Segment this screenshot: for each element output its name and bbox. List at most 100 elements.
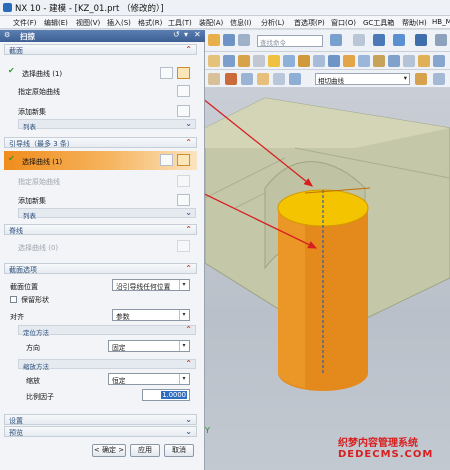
extrude-icon[interactable] bbox=[223, 55, 235, 67]
select-all-icon[interactable] bbox=[241, 73, 253, 85]
section-profile-header[interactable]: 截面 ⌃ bbox=[4, 44, 197, 55]
curve-rule-icon[interactable] bbox=[160, 67, 173, 79]
section-guide-header[interactable]: 引导线（最多 3 条） ⌃ bbox=[4, 137, 197, 148]
layer-icon[interactable] bbox=[330, 34, 342, 46]
guide-list-header[interactable]: 列表 ⌄ bbox=[18, 208, 196, 220]
settings-icon[interactable]: ▾ bbox=[184, 30, 188, 39]
direction-label: 方向 bbox=[26, 344, 40, 352]
graphics-viewport[interactable]: Y bbox=[205, 88, 450, 470]
sweep-dialog: ⚙ 扫掠 ↺ ▾ ✕ 截面 ⌃ ✔ 选择曲线 (1) 指定原始曲线 添加新集 列… bbox=[0, 30, 205, 470]
add-set-icon[interactable] bbox=[177, 105, 190, 117]
orientation-label: 定位方法 bbox=[23, 329, 49, 337]
mirror-icon[interactable] bbox=[403, 55, 415, 67]
shade-icon[interactable] bbox=[393, 34, 405, 46]
menu-view[interactable]: 视图(V) bbox=[76, 18, 100, 28]
chamfer-icon[interactable] bbox=[283, 55, 295, 67]
section-options-header[interactable]: 截面选项 ⌃ bbox=[4, 263, 197, 274]
offset-icon[interactable] bbox=[418, 55, 430, 67]
guide-select-curve[interactable]: 选择曲线 (1) bbox=[22, 157, 62, 167]
menu-format[interactable]: 格式(R) bbox=[138, 18, 162, 28]
scaling-header[interactable]: 缩放方法 ⌃ bbox=[18, 359, 196, 371]
section-settings-header[interactable]: 设置 ⌄ bbox=[4, 414, 197, 425]
position-select[interactable]: 沿引导线任何位置 ▾ bbox=[112, 279, 190, 291]
revolve-icon[interactable] bbox=[238, 55, 250, 67]
sweep-icon[interactable] bbox=[343, 55, 355, 67]
curve-rule-select[interactable]: 相切曲线 ▾ bbox=[315, 73, 410, 85]
menu-preferences[interactable]: 首选项(P) bbox=[294, 18, 325, 28]
collapse-icon: ⌃ bbox=[185, 225, 192, 234]
curve-rule-icon[interactable] bbox=[160, 154, 173, 166]
menu-info[interactable]: 信息(I) bbox=[230, 18, 252, 28]
snap-endpoint-icon[interactable] bbox=[257, 73, 269, 85]
blend-icon[interactable] bbox=[268, 55, 280, 67]
shell-icon[interactable] bbox=[298, 55, 310, 67]
scale-select[interactable]: 恒定 ▾ bbox=[108, 373, 190, 385]
display-icon[interactable] bbox=[415, 34, 427, 46]
direction-select[interactable]: 固定 ▾ bbox=[108, 340, 190, 352]
section-spine-header[interactable]: 脊线 ⌃ bbox=[4, 224, 197, 235]
close-icon[interactable]: ✕ bbox=[194, 30, 201, 39]
view-icon[interactable] bbox=[238, 34, 250, 46]
align-select[interactable]: 参数 ▾ bbox=[112, 309, 190, 321]
guide-add-new-set[interactable]: 添加新集 bbox=[18, 196, 46, 206]
pattern-icon[interactable] bbox=[313, 55, 325, 67]
command-search-input[interactable]: 查找命令 bbox=[257, 35, 323, 47]
reset-icon[interactable]: ↺ bbox=[173, 30, 180, 39]
menu-tools[interactable]: 工具(T) bbox=[168, 18, 192, 28]
cancel-button[interactable]: 取消 bbox=[164, 444, 194, 457]
more-icon[interactable] bbox=[435, 34, 447, 46]
filter-icon[interactable] bbox=[208, 73, 220, 85]
section-preview-header[interactable]: 预览 ⌄ bbox=[4, 426, 197, 437]
menu-gc-toolbox[interactable]: GC工具箱 bbox=[363, 18, 394, 28]
sketch-icon[interactable] bbox=[208, 55, 220, 67]
collapse-icon: ⌃ bbox=[185, 138, 192, 147]
apply-button[interactable]: 应用 bbox=[130, 444, 160, 457]
expand-icon: ⌄ bbox=[185, 208, 192, 217]
profile-select-curve[interactable]: 选择曲线 (1) bbox=[22, 69, 62, 79]
profile-add-new-set[interactable]: 添加新集 bbox=[18, 107, 46, 117]
profile-list-header[interactable]: 列表 ⌄ bbox=[18, 119, 196, 131]
profile-specify-origin[interactable]: 指定原始曲线 bbox=[18, 87, 60, 97]
measure-icon[interactable] bbox=[373, 55, 385, 67]
window-title: NX 10 - 建模 - [KZ_01.prt （修改的）] bbox=[15, 4, 164, 14]
collapse-icon: ⌃ bbox=[185, 45, 192, 54]
watermark-line1: 织梦内容管理系统 bbox=[338, 438, 418, 449]
grid-icon[interactable] bbox=[353, 34, 365, 46]
menu-insert[interactable]: 插入(S) bbox=[107, 18, 131, 28]
snap-icon[interactable] bbox=[208, 34, 220, 46]
preserve-shape-checkbox[interactable] bbox=[10, 296, 17, 303]
add-set-icon[interactable] bbox=[177, 194, 190, 206]
ratio-input[interactable]: 1.0000 bbox=[142, 389, 190, 401]
intersect-icon[interactable] bbox=[415, 73, 427, 85]
menu-assembly[interactable]: 装配(A) bbox=[199, 18, 223, 28]
scale-value: 恒定 bbox=[112, 377, 126, 385]
orientation-header[interactable]: 定位方法 ⌃ bbox=[18, 325, 196, 337]
union-icon[interactable] bbox=[433, 55, 445, 67]
surface-icon[interactable] bbox=[358, 55, 370, 67]
menu-analysis[interactable]: 分析(L) bbox=[261, 18, 284, 28]
ratio-label: 比例因子 bbox=[26, 393, 54, 401]
menu-help[interactable]: 帮助(H) bbox=[402, 18, 427, 28]
select-curve-icon[interactable] bbox=[177, 154, 190, 166]
preview-label: 预览 bbox=[9, 429, 23, 437]
analysis-icon[interactable] bbox=[388, 55, 400, 67]
menu-edit[interactable]: 编辑(E) bbox=[44, 18, 68, 28]
select-mode-icon[interactable] bbox=[225, 73, 237, 85]
origin-curve-icon[interactable] bbox=[177, 85, 190, 97]
trim-icon[interactable] bbox=[328, 55, 340, 67]
tangent-icon[interactable] bbox=[433, 73, 445, 85]
hole-icon[interactable] bbox=[253, 55, 265, 67]
select-curve-icon[interactable] bbox=[177, 67, 190, 79]
menu-window[interactable]: 窗口(O) bbox=[331, 18, 356, 28]
render-icon[interactable] bbox=[373, 34, 385, 46]
expand-icon: ⌄ bbox=[185, 427, 192, 436]
cylinder-highlight bbox=[278, 208, 305, 388]
menu-hb[interactable]: HB_M bbox=[432, 18, 450, 26]
snap-midpoint-icon[interactable] bbox=[273, 73, 285, 85]
position-label: 截面位置 bbox=[10, 283, 38, 291]
orient-icon[interactable] bbox=[223, 34, 235, 46]
ok-button[interactable]: < 确定 > bbox=[92, 444, 126, 457]
axis-label-y: Y bbox=[205, 426, 210, 435]
menu-file[interactable]: 文件(F) bbox=[13, 18, 37, 28]
snap-center-icon[interactable] bbox=[289, 73, 301, 85]
